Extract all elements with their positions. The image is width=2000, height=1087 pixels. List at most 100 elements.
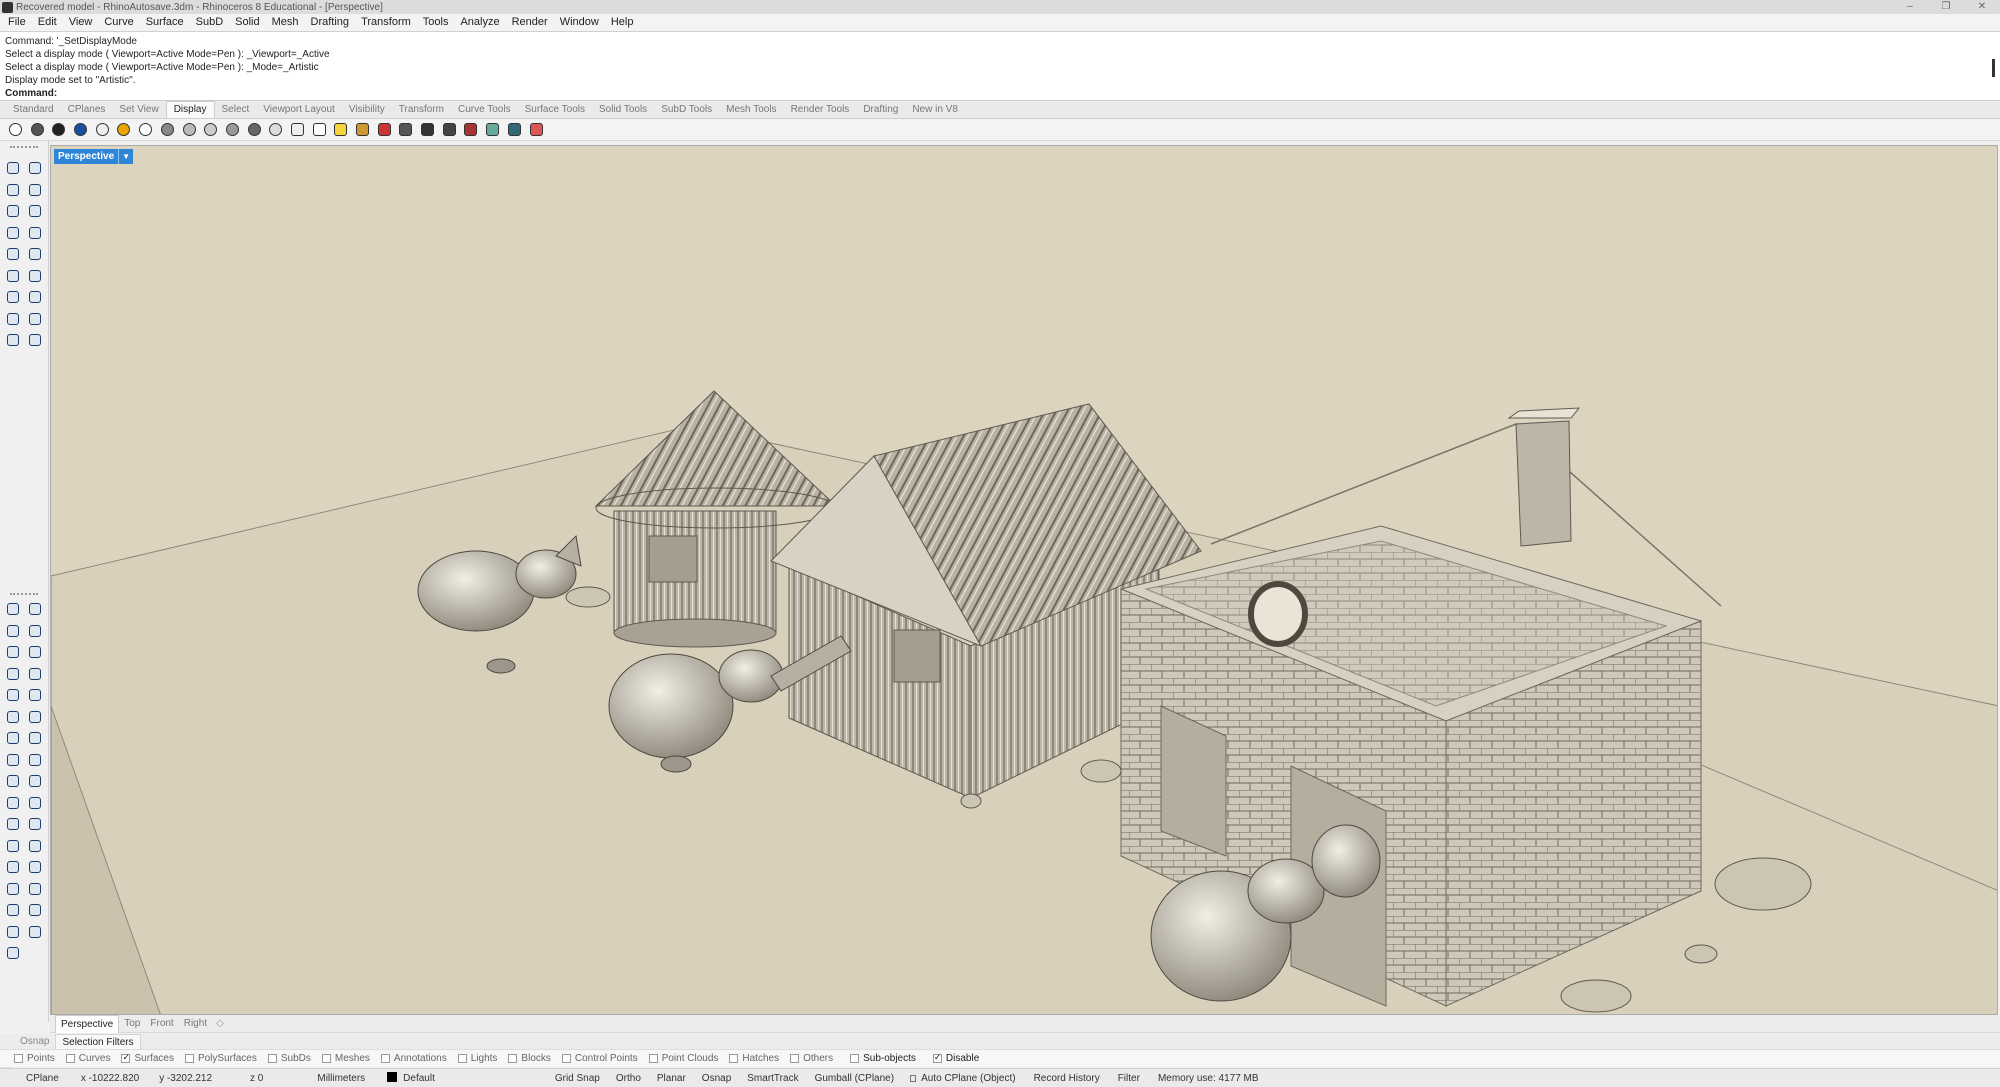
filter-checkbox[interactable] (121, 1052, 131, 1063)
box-icon[interactable] (4, 224, 22, 242)
curve-icon[interactable] (4, 686, 22, 704)
grid-array-icon[interactable] (26, 310, 44, 328)
color-palette-icon[interactable] (527, 120, 546, 139)
grid-snap-toggle[interactable]: Grid Snap (555, 1073, 600, 1084)
pen-mode-icon[interactable] (158, 120, 177, 139)
shadows-icon[interactable] (245, 120, 264, 139)
panel-tab-selection-filters[interactable]: Selection Filters (55, 1033, 141, 1050)
filter-checkbox[interactable] (14, 1054, 23, 1063)
mesh-icon[interactable] (4, 310, 22, 328)
snapshot-icon[interactable] (440, 120, 459, 139)
brush-icon[interactable] (4, 944, 22, 962)
tab-new-in-v8[interactable]: New in V8 (905, 102, 965, 118)
planar-toggle[interactable]: Planar (657, 1073, 686, 1084)
menu-curve[interactable]: Curve (98, 14, 139, 31)
loft-icon[interactable] (26, 708, 44, 726)
arc-icon[interactable] (4, 202, 22, 220)
axes-toggle-icon[interactable] (310, 120, 329, 139)
filter-control-points[interactable]: Control Points (561, 1053, 638, 1064)
background-icon[interactable] (483, 120, 502, 139)
filter-checkbox[interactable] (850, 1054, 860, 1063)
circle-icon[interactable] (4, 643, 22, 661)
fillet-icon[interactable] (26, 267, 44, 285)
surface-icon[interactable] (4, 708, 22, 726)
panel-tab-osnap[interactable]: Osnap (14, 1034, 55, 1049)
tab-display[interactable]: Display (165, 101, 215, 118)
filter-hatches[interactable]: Hatches (729, 1053, 779, 1064)
gumball-toggle[interactable]: Gumball (CPlane) (815, 1073, 894, 1084)
menu-transform[interactable]: Transform (355, 14, 417, 31)
filter-annotations[interactable]: Annotations (380, 1053, 447, 1064)
extrude-icon[interactable] (26, 245, 44, 263)
raytraced-mode-icon[interactable] (201, 120, 220, 139)
tab-mesh-tools[interactable]: Mesh Tools (719, 102, 783, 118)
restore-button[interactable]: ❐ (1928, 0, 1964, 14)
material-ball-icon[interactable] (353, 120, 372, 139)
monochrome-mode-icon[interactable] (223, 120, 242, 139)
zoom-to-selected-icon[interactable] (461, 120, 480, 139)
solid-box-icon[interactable] (4, 751, 22, 769)
viewport-tab-perspective[interactable]: Perspective (55, 1014, 120, 1033)
rendered-mode-icon[interactable] (49, 120, 68, 139)
layout-icon[interactable] (4, 331, 22, 349)
tab-standard[interactable]: Standard (6, 102, 61, 118)
filter-checkbox[interactable] (267, 1054, 277, 1063)
tab-cplanes[interactable]: CPlanes (61, 102, 113, 118)
viewport-title[interactable]: Perspective ▼ (54, 149, 134, 164)
menu-edit[interactable]: Edit (32, 14, 63, 31)
cylinder-icon[interactable] (26, 224, 44, 242)
minimize-button[interactable]: – (1892, 0, 1928, 14)
group-icon[interactable] (4, 901, 22, 919)
filter-checkbox[interactable] (65, 1054, 75, 1063)
tab-viewport-layout[interactable]: Viewport Layout (256, 102, 342, 118)
menu-window[interactable]: Window (554, 14, 605, 31)
add-viewport-icon[interactable]: ◇ (216, 1018, 224, 1029)
fillet-icon[interactable] (4, 794, 22, 812)
rotate-icon[interactable] (26, 815, 44, 833)
boolean-union-icon[interactable] (4, 772, 22, 790)
render-icon[interactable] (26, 923, 44, 941)
filter-surfaces[interactable]: Surfaces (121, 1052, 174, 1064)
trim-icon[interactable] (26, 880, 44, 898)
freeform-icon[interactable] (26, 202, 44, 220)
tab-select[interactable]: Select (215, 102, 257, 118)
auto-cplane-toggle[interactable]: Auto CPlane (Object) (910, 1073, 1016, 1084)
viewport-tab-right[interactable]: Right (179, 1015, 212, 1032)
layer-indicator[interactable]: Default (387, 1072, 435, 1084)
filter-checkbox[interactable] (790, 1054, 800, 1063)
filter-checkbox[interactable] (561, 1054, 571, 1063)
technical-mode-icon[interactable] (114, 120, 133, 139)
ellipse-icon[interactable] (26, 643, 44, 661)
filter-subds[interactable]: SubDs (267, 1053, 311, 1064)
tab-visibility[interactable]: Visibility (342, 102, 392, 118)
units-label[interactable]: Millimeters (317, 1073, 365, 1084)
gumball-icon[interactable] (375, 120, 394, 139)
rectangle-icon[interactable] (26, 622, 44, 640)
filter-checkbox[interactable] (932, 1052, 942, 1063)
filter-meshes[interactable]: Meshes (321, 1053, 370, 1064)
viewport-name[interactable]: Perspective (54, 149, 119, 164)
display-options-icon[interactable] (505, 120, 524, 139)
filter-polysurfaces[interactable]: PolySurfaces (184, 1053, 257, 1064)
menu-subd[interactable]: SubD (190, 14, 230, 31)
line-icon[interactable] (4, 622, 22, 640)
explode-icon[interactable] (4, 880, 22, 898)
filter-checkbox[interactable] (508, 1054, 518, 1063)
filter-disable[interactable]: Disable (932, 1052, 979, 1064)
command-scrollbar[interactable] (1990, 35, 1998, 97)
clipping-plane-icon[interactable] (418, 120, 437, 139)
join-icon[interactable] (26, 858, 44, 876)
menu-view[interactable]: View (63, 14, 99, 31)
tab-transform[interactable]: Transform (392, 102, 451, 118)
filter-others[interactable]: Others (790, 1053, 833, 1064)
filter-lights[interactable]: Lights (457, 1053, 497, 1064)
filter-checkbox[interactable] (380, 1054, 390, 1063)
array-icon[interactable] (4, 858, 22, 876)
sun-icon[interactable] (331, 120, 350, 139)
curve-icon[interactable] (26, 181, 44, 199)
tab-set-view[interactable]: Set View (112, 102, 165, 118)
tab-solid-tools[interactable]: Solid Tools (592, 102, 654, 118)
boolean-icon[interactable] (4, 267, 22, 285)
menu-drafting[interactable]: Drafting (305, 14, 356, 31)
mirror-icon[interactable] (26, 837, 44, 855)
